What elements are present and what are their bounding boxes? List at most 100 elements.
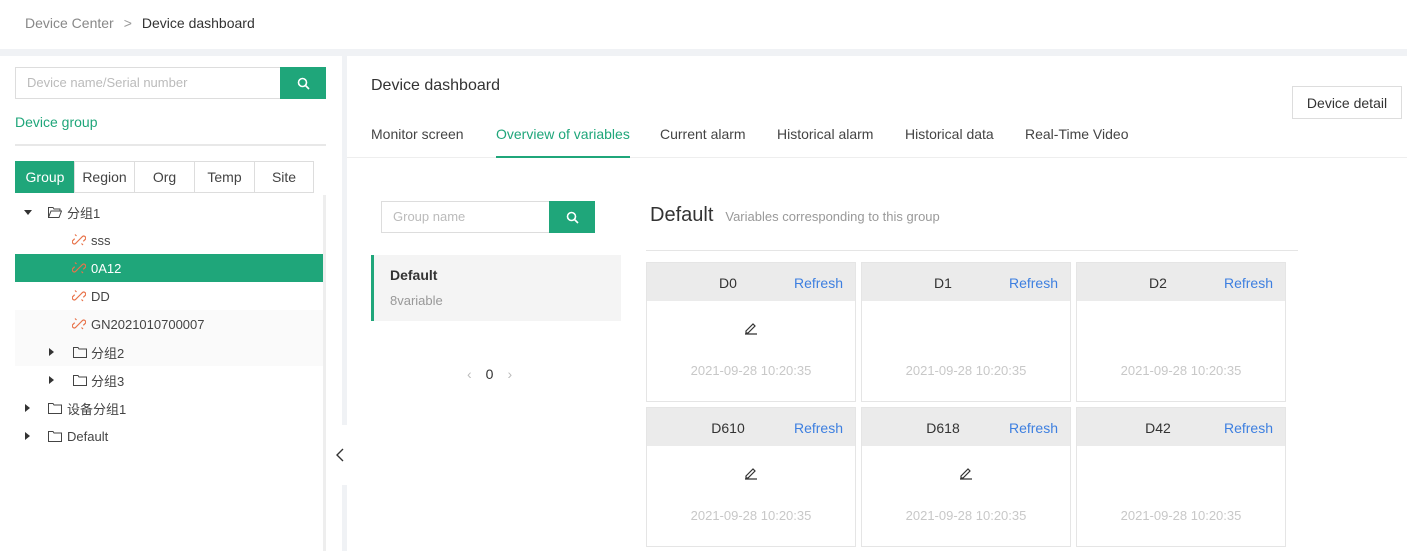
refresh-link[interactable]: Refresh: [1224, 420, 1273, 436]
tab-monitor-screen[interactable]: Monitor screen: [371, 126, 464, 158]
caret-right-icon[interactable]: [49, 348, 54, 356]
card-header: D42 Refresh: [1077, 408, 1285, 446]
device-group-tab[interactable]: Device group: [15, 114, 98, 130]
group-list-item[interactable]: Default 8variable: [371, 255, 621, 321]
variable-timestamp: 2021-09-28 10:20:35: [905, 508, 1027, 523]
device-search: Device name/Serial number: [15, 67, 326, 99]
segment-site[interactable]: Site: [254, 161, 314, 193]
tree-label: DD: [91, 288, 110, 304]
tree-folder-device-group1[interactable]: 设备分组1: [15, 394, 323, 422]
page-number[interactable]: 0: [486, 366, 494, 382]
device-search-input[interactable]: Device name/Serial number: [15, 67, 280, 99]
tab-current-alarm[interactable]: Current alarm: [660, 126, 746, 158]
card-header: D0 Refresh: [647, 263, 855, 301]
card-header: D1 Refresh: [862, 263, 1070, 301]
variable-name: D42: [1145, 420, 1171, 436]
tree-scrollbar[interactable]: [323, 195, 326, 551]
breadcrumb-current: Device dashboard: [141, 15, 255, 31]
tree-folder-default[interactable]: Default: [15, 422, 323, 450]
divider: [15, 144, 326, 146]
tree-folder-group3[interactable]: 分组3: [15, 366, 323, 394]
breadcrumb: Device Center > Device dashboard: [25, 15, 255, 31]
pagination: ‹ 0 ›: [467, 366, 512, 382]
tree-device-dd[interactable]: DD: [15, 282, 323, 310]
segment-temp[interactable]: Temp: [194, 161, 255, 193]
variable-name: D610: [711, 420, 745, 436]
tree-label: 设备分组1: [67, 401, 127, 417]
variable-timestamp: 2021-09-28 10:20:35: [905, 363, 1027, 378]
segment-region[interactable]: Region: [74, 161, 135, 193]
page-title: Device dashboard: [371, 77, 500, 94]
main-panel: Device dashboard Device detail Monitor s…: [347, 56, 1407, 551]
variable-name: D618: [926, 420, 960, 436]
broken-link-icon: [72, 290, 86, 302]
tree-label: 分组2: [91, 345, 125, 361]
tree-label: 分组1: [67, 205, 101, 221]
group-item-name: Default: [390, 267, 438, 283]
tree-label: sss: [91, 232, 111, 248]
caret-right-icon[interactable]: [25, 404, 30, 412]
tab-bar: Monitor screen Overview of variables Cur…: [347, 126, 1407, 158]
card-header: D618 Refresh: [862, 408, 1070, 446]
variable-timestamp: 2021-09-28 10:20:35: [1120, 508, 1242, 523]
tree-device-sss[interactable]: sss: [15, 226, 323, 254]
breadcrumb-parent[interactable]: Device Center: [25, 15, 114, 31]
variable-timestamp: 2021-09-28 10:20:35: [1120, 363, 1242, 378]
folder-icon: [73, 346, 87, 358]
refresh-link[interactable]: Refresh: [794, 275, 843, 291]
tab-overview-of-variables[interactable]: Overview of variables: [496, 126, 630, 158]
refresh-link[interactable]: Refresh: [1009, 275, 1058, 291]
segment-group[interactable]: Group: [15, 161, 75, 193]
tree-device-0a12[interactable]: 0A12: [15, 254, 323, 282]
device-detail-button[interactable]: Device detail: [1292, 86, 1402, 119]
group-search-button[interactable]: [549, 201, 595, 233]
collapse-panel-button[interactable]: [332, 425, 348, 485]
variable-card: D610 Refresh 2021-09-28 10:20:35: [646, 407, 856, 547]
tree-label: Default: [67, 428, 109, 444]
caret-right-icon[interactable]: [25, 432, 30, 440]
tree-label: 0A12: [91, 260, 122, 276]
variable-card: D0 Refresh 2021-09-28 10:20:35: [646, 262, 856, 402]
tree-folder-group2[interactable]: 分组2: [15, 338, 323, 366]
refresh-link[interactable]: Refresh: [1224, 275, 1273, 291]
group-header-name: Default: [650, 204, 714, 226]
variable-card: D1 Refresh 2021-09-28 10:20:35: [861, 262, 1071, 402]
tab-historical-alarm[interactable]: Historical alarm: [777, 126, 873, 158]
folder-icon: [48, 430, 62, 442]
variable-name: D0: [719, 275, 737, 291]
tab-real-time-video[interactable]: Real-Time Video: [1025, 126, 1129, 158]
search-icon: [566, 211, 579, 224]
variable-name: D1: [934, 275, 952, 291]
edit-icon[interactable]: [744, 321, 758, 335]
segment-org[interactable]: Org: [134, 161, 195, 193]
tree-device-gn2021010700007[interactable]: GN2021010700007: [15, 310, 323, 338]
variable-card: D2 Refresh 2021-09-28 10:20:35: [1076, 262, 1286, 402]
group-item-count: 8variable: [390, 293, 443, 308]
next-page-icon[interactable]: ›: [507, 366, 512, 382]
group-header: Default Variables corresponding to this …: [650, 204, 940, 227]
group-search: Group name: [381, 201, 595, 233]
device-search-button[interactable]: [280, 67, 326, 99]
group-search-input[interactable]: Group name: [381, 201, 549, 233]
broken-link-icon: [72, 318, 86, 330]
device-group-panel: Device name/Serial number Device group G…: [0, 56, 342, 551]
tree-label: GN2021010700007: [91, 316, 205, 332]
card-header: D2 Refresh: [1077, 263, 1285, 301]
breadcrumb-separator: >: [123, 15, 132, 31]
edit-icon[interactable]: [959, 466, 973, 480]
refresh-link[interactable]: Refresh: [794, 420, 843, 436]
caret-down-icon[interactable]: [24, 209, 32, 215]
tree-folder-group1[interactable]: 分组1: [15, 198, 323, 226]
broken-link-icon: [72, 234, 86, 246]
prev-page-icon[interactable]: ‹: [467, 366, 472, 382]
edit-icon[interactable]: [744, 466, 758, 480]
tree-label: 分组3: [91, 373, 125, 389]
folder-open-icon: [48, 206, 62, 218]
top-bar: Device Center > Device dashboard: [0, 0, 1407, 49]
variable-card: D42 Refresh 2021-09-28 10:20:35: [1076, 407, 1286, 547]
caret-right-icon[interactable]: [49, 376, 54, 384]
chevron-left-icon: [336, 448, 344, 462]
refresh-link[interactable]: Refresh: [1009, 420, 1058, 436]
tab-historical-data[interactable]: Historical data: [905, 126, 994, 158]
group-type-segment: Group Region Org Temp Site: [15, 161, 314, 193]
